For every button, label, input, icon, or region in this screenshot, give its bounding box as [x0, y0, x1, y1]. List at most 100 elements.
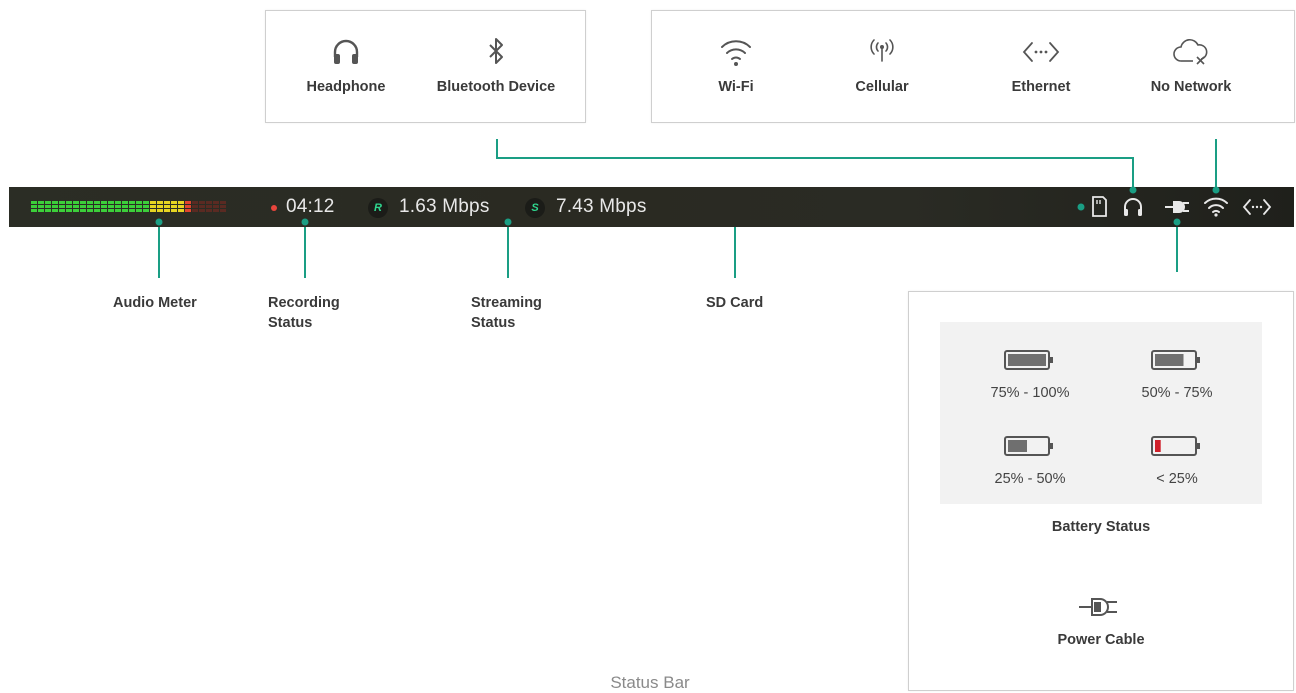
- audio-meter-segment: [122, 205, 128, 208]
- audio-meter-segment: [213, 201, 219, 204]
- audio-meter-segment: [178, 205, 184, 208]
- battery-tip: [1050, 443, 1053, 449]
- audio-device-panel: Headphone Bluetooth Device: [265, 10, 586, 123]
- audio-meter-segment: [150, 209, 156, 212]
- audio-meter-segment: [87, 205, 93, 208]
- audio-meter-segment: [143, 201, 149, 204]
- audio-meter-segment: [80, 201, 86, 204]
- audio-meter-segment: [136, 209, 142, 212]
- audio-meter-segment: [164, 209, 170, 212]
- battery-level-medium: 25% - 50%: [970, 434, 1090, 487]
- audio-meter-segment: [45, 205, 51, 208]
- audio-meter-segment: [150, 205, 156, 208]
- audio-meter-segment: [73, 209, 79, 212]
- power-cable-icon[interactable]: [1163, 195, 1193, 219]
- no-network-label: No Network: [1150, 79, 1232, 95]
- audio-meter-segment: [115, 205, 121, 208]
- audio-meter-segment: [206, 201, 212, 204]
- wifi-legend: Wi-Fi: [696, 35, 776, 95]
- audio-meter-segment: [171, 201, 177, 204]
- audio-meter-segment: [185, 201, 191, 204]
- audio-meter-segment: [185, 205, 191, 208]
- audio-meter-segment: [59, 201, 65, 204]
- audio-meter-segment: [143, 209, 149, 212]
- recording-callout-line2: Status: [268, 315, 313, 331]
- audio-meter-segment: [178, 201, 184, 204]
- audio-meter-segment: [129, 201, 135, 204]
- battery-medium-icon: [1004, 436, 1053, 456]
- streaming-status-callout: Streaming Status: [471, 293, 542, 333]
- audio-meter-segment: [185, 209, 191, 212]
- battery-level-full: 75% - 100%: [970, 348, 1090, 401]
- audio-meter-segment: [199, 209, 205, 212]
- power-cable-label: Power Cable: [1057, 632, 1145, 648]
- audio-meter-segment: [192, 201, 198, 204]
- audio-meter-segment: [136, 201, 142, 204]
- sd-card-callout: SD Card: [706, 295, 764, 311]
- cellular-legend: Cellular: [842, 35, 922, 95]
- streaming-badge: S: [525, 198, 545, 218]
- audio-meter-segment: [38, 209, 44, 212]
- battery-tip: [1197, 443, 1200, 449]
- battery-level-low: < 25%: [1117, 434, 1237, 487]
- headphone-legend: Headphone: [296, 35, 396, 95]
- audio-meter-segment: [94, 201, 100, 204]
- battery-level-label: 25% - 50%: [994, 471, 1066, 487]
- ethernet-icon: [1022, 42, 1060, 62]
- battery-high-icon: [1151, 350, 1200, 370]
- audio-meter-segment: [66, 205, 72, 208]
- bluetooth-legend: Bluetooth Device: [426, 35, 566, 95]
- no-network-legend: No Network: [1136, 35, 1246, 95]
- audio-meter-segment: [164, 201, 170, 204]
- headphone-icon[interactable]: [1121, 195, 1145, 219]
- audio-meter-segment: [101, 209, 107, 212]
- wifi-label: Wi-Fi: [718, 79, 754, 95]
- audio-meter-segment: [206, 205, 212, 208]
- audio-meter-segment: [73, 205, 79, 208]
- audio-meter-segment: [213, 205, 219, 208]
- recording-callout-line1: Recording: [268, 295, 340, 311]
- audio-meter-segment: [150, 201, 156, 204]
- audio-meter-segment: [87, 201, 93, 204]
- audio-meter-segment: [73, 201, 79, 204]
- battery-level-high: 50% - 75%: [1117, 348, 1237, 401]
- battery-level-label: 50% - 75%: [1141, 385, 1213, 401]
- audio-meter-segment: [94, 209, 100, 212]
- audio-meter-segment: [80, 205, 86, 208]
- audio-meter-segment: [178, 209, 184, 212]
- audio-meter-segment: [66, 201, 72, 204]
- audio-meter-segment: [66, 209, 72, 212]
- audio-meter-segment: [171, 205, 177, 208]
- recording-dot: [271, 205, 277, 211]
- streaming-rate: 7.43 Mbps: [556, 196, 647, 217]
- audio-meter-segment: [122, 201, 128, 204]
- battery-tip: [1197, 357, 1200, 363]
- audio-meter-segment: [157, 209, 163, 212]
- audio-meter-segment: [52, 209, 58, 212]
- audio-meter-segment: [136, 205, 142, 208]
- wifi-icon[interactable]: [1202, 194, 1230, 218]
- audio-meter-segment: [122, 209, 128, 212]
- audio-meter-segment: [59, 209, 65, 212]
- audio-meter-segment: [108, 209, 114, 212]
- ethernet-legend: Ethernet: [1001, 35, 1081, 95]
- audio-meter-segment: [38, 201, 44, 204]
- audio-meter-segment: [108, 205, 114, 208]
- sd-card-icon[interactable]: [1089, 195, 1109, 219]
- cellular-icon: [870, 39, 894, 62]
- bluetooth-label: Bluetooth Device: [436, 79, 556, 95]
- recording-time: 04:12: [286, 196, 335, 217]
- audio-meter-segment: [115, 201, 121, 204]
- audio-meter-segment: [52, 201, 58, 204]
- audio-meter-segment: [192, 205, 198, 208]
- audio-meter-segment: [171, 209, 177, 212]
- battery-full-icon: [1004, 350, 1053, 370]
- ethernet-icon[interactable]: [1241, 195, 1273, 219]
- audio-meter-segment: [31, 209, 37, 212]
- battery-levels-box: 75% - 100% 50% - 75% 25% - 50% < 25%: [940, 322, 1262, 504]
- battery-level-label: 75% - 100%: [990, 385, 1070, 401]
- audio-meter-segment: [45, 209, 51, 212]
- battery-tip: [1050, 357, 1053, 363]
- audio-meter-segment: [52, 205, 58, 208]
- audio-meter-segment: [94, 205, 100, 208]
